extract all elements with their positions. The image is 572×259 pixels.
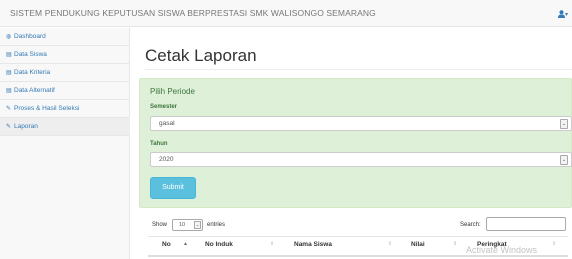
table-icon: ▤ bbox=[6, 88, 12, 94]
chevron-down-icon: ⌄ bbox=[560, 119, 568, 129]
sidebar-item-label: Proses & Hasil Seleksi bbox=[14, 105, 80, 112]
caret-down-icon: ▾ bbox=[565, 12, 569, 18]
sidebar-item-label: Data Alternatif bbox=[14, 87, 55, 94]
edit-icon: ✎ bbox=[6, 106, 12, 112]
sort-icon: ⇕ bbox=[453, 241, 458, 247]
tahun-value: 2020 bbox=[159, 156, 174, 163]
edit-icon: ✎ bbox=[6, 124, 12, 130]
show-label: Show bbox=[152, 222, 168, 228]
chevron-down-icon: ⌄ bbox=[560, 155, 568, 165]
title-divider bbox=[145, 69, 572, 70]
sidebar-item-label: Dashboard bbox=[14, 33, 46, 40]
search-label: Search: bbox=[460, 222, 481, 228]
entries-length-select[interactable]: 10 ⌄ bbox=[172, 219, 203, 231]
entries-label: entries bbox=[207, 222, 226, 228]
table-icon: ▤ bbox=[6, 52, 12, 58]
table-icon: ▤ bbox=[6, 70, 12, 76]
tahun-select[interactable]: 2020 ⌄ bbox=[150, 152, 572, 167]
period-panel bbox=[139, 78, 572, 208]
column-header-no[interactable]: No bbox=[162, 241, 171, 248]
sidebar-item-label: Data Siswa bbox=[14, 51, 47, 58]
sort-asc-icon: ▲ bbox=[183, 241, 188, 247]
user-menu-icon[interactable]: ▾ bbox=[558, 9, 572, 19]
semester-select[interactable]: gasal ⌄ bbox=[150, 116, 572, 131]
semester-label: Semester bbox=[150, 104, 178, 110]
sidebar-item-dashboard[interactable]: ◍ Dashboard bbox=[0, 28, 130, 46]
sidebar: ◍ Dashboard ▤ Data Siswa ▤ Data Kriteria ▤ D… bbox=[0, 28, 130, 259]
panel-heading: Pilih Periode bbox=[150, 87, 195, 96]
sort-icon: ⇕ bbox=[388, 241, 393, 247]
submit-button[interactable]: Submit bbox=[150, 177, 196, 199]
column-header-nilai[interactable]: Nilai bbox=[411, 241, 425, 248]
column-header-no-induk[interactable]: No Induk bbox=[205, 241, 233, 248]
page-title: Cetak Laporan bbox=[145, 46, 257, 65]
sidebar-item-label: Data Kriteria bbox=[14, 69, 51, 76]
app-title[interactable]: SISTEM PENDUKUNG KEPUTUSAN SISWA BERPRES… bbox=[10, 8, 376, 18]
chevron-down-icon: ⌄ bbox=[194, 221, 201, 229]
tahun-label: Tahun bbox=[150, 141, 168, 147]
sort-icon: ⇕ bbox=[270, 241, 275, 247]
sidebar-item-data-siswa[interactable]: ▤ Data Siswa bbox=[0, 46, 130, 64]
dashboard-icon: ◍ bbox=[6, 34, 12, 40]
sidebar-item-laporan[interactable]: ✎ Laporan bbox=[0, 118, 130, 136]
sidebar-item-data-kriteria[interactable]: ▤ Data Kriteria bbox=[0, 64, 130, 82]
length-value: 10 bbox=[179, 222, 186, 228]
sidebar-item-data-alternatif[interactable]: ▤ Data Alternatif bbox=[0, 82, 130, 100]
table-header-border bbox=[148, 255, 568, 257]
table-top-border bbox=[148, 236, 568, 237]
column-header-nama-siswa[interactable]: Nama Siswa bbox=[294, 241, 332, 248]
top-navbar: SISTEM PENDUKUNG KEPUTUSAN SISWA BERPRES… bbox=[0, 0, 572, 27]
search-input[interactable] bbox=[486, 217, 566, 231]
semester-value: gasal bbox=[159, 120, 175, 127]
activation-watermark: Activate Windows bbox=[466, 245, 538, 255]
sort-icon: ⇕ bbox=[552, 241, 557, 247]
user-icon bbox=[558, 10, 565, 18]
sidebar-item-proses-hasil-seleksi[interactable]: ✎ Proses & Hasil Seleksi bbox=[0, 100, 130, 118]
sidebar-item-label: Laporan bbox=[14, 123, 38, 130]
